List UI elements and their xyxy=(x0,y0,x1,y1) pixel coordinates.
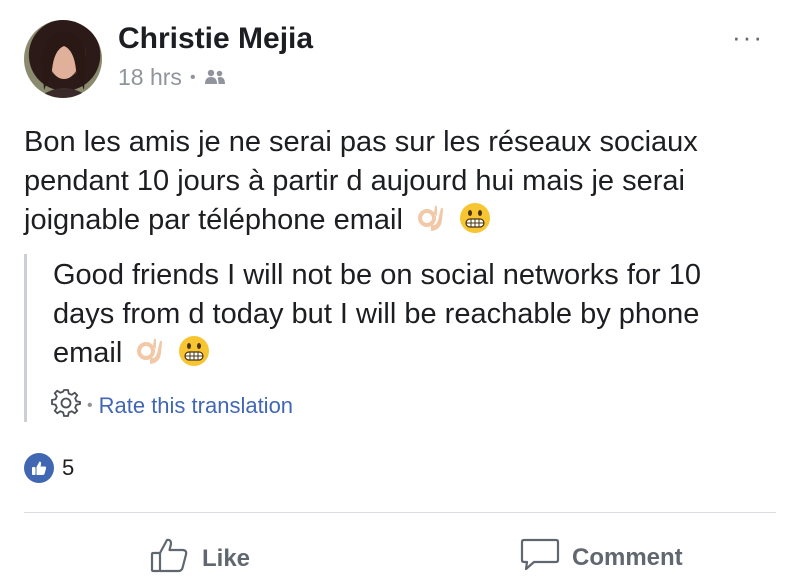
translation-block: Good friends I will not be on social net… xyxy=(24,254,767,422)
rate-translation-row: • Rate this translation xyxy=(51,388,293,424)
rate-translation-link[interactable]: Rate this translation xyxy=(99,393,293,419)
divider xyxy=(24,512,776,513)
comment-label: Comment xyxy=(572,543,683,571)
like-button[interactable]: Like xyxy=(150,536,250,581)
avatar[interactable] xyxy=(24,20,102,98)
reaction-summary[interactable]: 5 xyxy=(24,453,74,483)
meta-separator: • xyxy=(189,68,196,86)
gear-icon[interactable] xyxy=(51,388,81,424)
ok-hand-emoji xyxy=(415,202,447,234)
author-name[interactable]: Christie Mejia xyxy=(118,22,313,56)
timestamp[interactable]: 18 hrs xyxy=(118,64,182,91)
like-label: Like xyxy=(202,544,251,572)
reaction-count: 5 xyxy=(62,455,75,480)
grinning-face-emoji xyxy=(459,202,491,234)
rate-separator: • xyxy=(87,397,93,414)
post-body: Bon les amis je ne serai pas sur les rés… xyxy=(24,126,698,236)
thumbs-up-outline-icon xyxy=(150,536,190,581)
thumbs-up-icon xyxy=(24,453,54,483)
comment-icon xyxy=(520,536,560,579)
more-options-icon[interactable]: ··· xyxy=(732,22,764,53)
post-text: Bon les amis je ne serai pas sur les rés… xyxy=(24,123,774,240)
comment-button[interactable]: Comment xyxy=(520,536,683,579)
grinning-face-emoji xyxy=(178,335,210,367)
friends-icon[interactable] xyxy=(204,64,226,91)
ok-hand-emoji xyxy=(134,335,166,367)
translation-text: Good friends I will not be on social net… xyxy=(53,256,753,373)
post-meta: 18 hrs • xyxy=(118,64,226,91)
